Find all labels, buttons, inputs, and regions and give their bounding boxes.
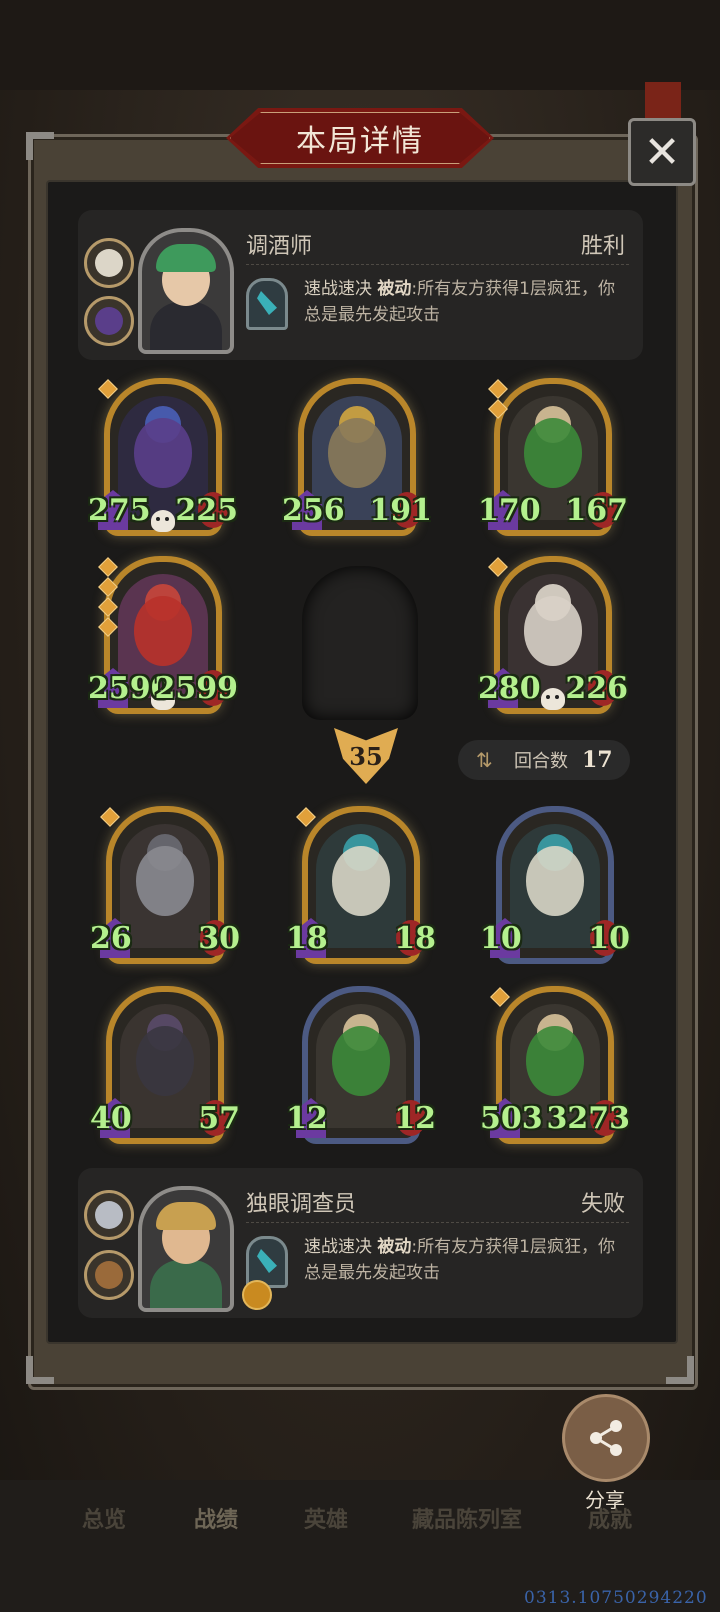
health-value: 57 <box>198 1101 240 1136</box>
potion-icon[interactable] <box>84 238 134 288</box>
skill-description: 速战速决 被动:所有友方获得1层疯狂，你总是最先发起攻击 <box>304 276 624 328</box>
page-title: 本局详情 <box>296 124 424 159</box>
tab-collection[interactable]: 藏品陈列室 <box>412 1502 522 1534</box>
health-value: 18 <box>394 921 436 956</box>
skill-name: 速战速决 <box>304 1237 372 1257</box>
build-id: 0313.10750294220 <box>524 1588 708 1608</box>
silver-tile-icon[interactable] <box>84 1190 134 1240</box>
divider <box>246 264 629 265</box>
skill-type: 被动 <box>377 279 412 299</box>
minion-card[interactable]: 280 226 <box>478 556 628 714</box>
minion-card[interactable]: 26 30 <box>90 806 240 964</box>
attack-value: 170 <box>478 493 541 528</box>
result-label: 失败 <box>580 1192 625 1217</box>
title-plate: 本局详情 <box>226 108 494 168</box>
attack-value: 503 <box>480 1101 543 1136</box>
health-value: 226 <box>565 671 628 706</box>
bartender-portrait[interactable] <box>138 228 234 354</box>
minion-card[interactable]: 40 57 <box>90 986 240 1144</box>
share-button[interactable] <box>562 1394 650 1482</box>
opponent-summary: 调酒师 胜利 速战速决 被动:所有友方获得1层疯狂，你总是最先发起攻击 <box>78 210 643 360</box>
health-value: 225 <box>175 493 238 528</box>
minion-card[interactable]: 275 225 <box>88 378 238 536</box>
top-shadow <box>0 0 720 90</box>
minion-card[interactable]: 12 12 <box>286 986 436 1144</box>
attack-value: 12 <box>286 1101 328 1136</box>
minion-card[interactable]: 256 191 <box>282 378 432 536</box>
player-name: 调酒师 <box>246 234 313 259</box>
minion-card[interactable]: 2590 2599 <box>88 556 238 714</box>
minion-card[interactable]: 18 18 <box>286 806 436 964</box>
turn-number: 35 <box>349 742 383 771</box>
health-value: 3273 <box>546 1101 631 1136</box>
health-value: 2599 <box>154 671 239 706</box>
attack-value: 26 <box>90 921 132 956</box>
skill-type: 被动 <box>377 1237 412 1257</box>
investigator-portrait[interactable] <box>138 1186 234 1312</box>
turn-badge: 35 <box>334 728 398 784</box>
tab-records[interactable]: 战绩 <box>194 1502 238 1534</box>
share-label: 分享 <box>585 1488 625 1512</box>
tab-heroes[interactable]: 英雄 <box>304 1502 348 1534</box>
skill-description: 速战速决 被动:所有友方获得1层疯狂，你总是最先发起攻击 <box>304 1234 624 1286</box>
blade-icon[interactable] <box>246 278 288 330</box>
health-value: 191 <box>369 493 432 528</box>
health-value: 30 <box>198 921 240 956</box>
divider <box>246 1222 629 1223</box>
rounds-label: 回合数 <box>514 751 568 772</box>
result-label: 胜利 <box>580 234 625 259</box>
gold-coin-icon[interactable] <box>242 1280 272 1310</box>
close-icon: ✕ <box>643 126 681 178</box>
crystal-icon[interactable] <box>84 296 134 346</box>
attack-value: 10 <box>480 921 522 956</box>
minion-card[interactable]: 10 10 <box>480 806 630 964</box>
minion-card[interactable]: 170 167 <box>478 378 628 536</box>
minion-card[interactable]: 503 3273 <box>480 986 630 1144</box>
skull-icon <box>541 688 565 710</box>
skull-icon <box>151 510 175 532</box>
book-icon[interactable] <box>84 1250 134 1300</box>
skill-name: 速战速决 <box>304 279 372 299</box>
rounds-counter: ⇅ 回合数 17 <box>458 740 630 780</box>
health-value: 10 <box>588 921 630 956</box>
share-icon <box>590 1420 622 1456</box>
tab-overview[interactable]: 总览 <box>82 1502 126 1534</box>
swap-icon: ⇅ <box>476 748 493 772</box>
player-summary: 独眼调查员 失败 速战速决 被动:所有友方获得1层疯狂，你总是最先发起攻击 <box>78 1168 643 1318</box>
close-button[interactable]: ✕ <box>628 118 696 186</box>
attack-value: 40 <box>90 1101 132 1136</box>
health-value: 167 <box>565 493 628 528</box>
attack-value: 280 <box>478 671 541 706</box>
attack-value: 275 <box>88 493 151 528</box>
attack-value: 256 <box>282 493 345 528</box>
rounds-value: 17 <box>582 747 613 773</box>
player-name: 独眼调查员 <box>246 1192 357 1217</box>
attack-value: 18 <box>286 921 328 956</box>
empty-slot <box>302 566 418 720</box>
health-value: 12 <box>394 1101 436 1136</box>
